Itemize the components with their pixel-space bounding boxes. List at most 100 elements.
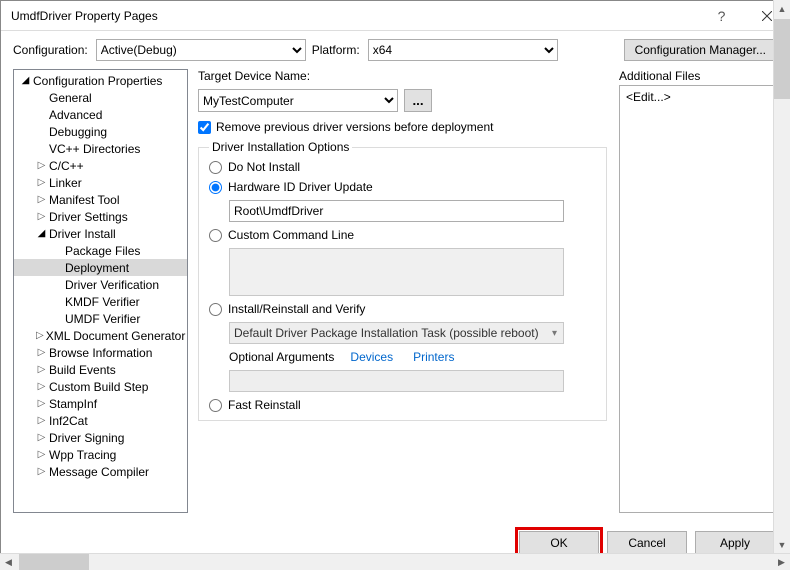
browse-target-button[interactable]: ... — [404, 89, 432, 112]
expander-icon[interactable]: ▷ — [36, 415, 47, 426]
tree-item[interactable]: General — [14, 89, 187, 106]
group-legend: Driver Installation Options — [209, 140, 352, 154]
tree-item[interactable]: ▷Driver Settings — [14, 208, 187, 225]
expander-icon[interactable]: ◢ — [36, 228, 47, 239]
remove-previous-checkbox[interactable]: Remove previous driver versions before d… — [198, 120, 607, 134]
tree-item-label: Driver Install — [49, 227, 116, 241]
tree-item-label: Configuration Properties — [33, 74, 162, 88]
install-task-select[interactable]: Default Driver Package Installation Task… — [229, 322, 564, 344]
target-device-select[interactable]: MyTestComputer — [198, 89, 398, 112]
tree-item[interactable]: ▷Driver Signing — [14, 429, 187, 446]
expander-icon[interactable]: ▷ — [36, 177, 47, 188]
tree-item[interactable]: ◢Configuration Properties — [14, 72, 187, 89]
tree-item-label: Driver Settings — [49, 210, 128, 224]
tree-item-label: Inf2Cat — [49, 414, 88, 428]
tree-item-label: StampInf — [49, 397, 97, 411]
tree-item[interactable]: Deployment — [14, 259, 187, 276]
expander-icon[interactable]: ▷ — [36, 381, 47, 392]
expander-icon[interactable]: ▷ — [36, 347, 47, 358]
expander-icon[interactable]: ▷ — [36, 160, 47, 171]
radio-custom-command-line[interactable]: Custom Command Line — [209, 228, 596, 242]
expander-icon[interactable]: ▷ — [36, 398, 47, 409]
tree-item-label: VC++ Directories — [49, 142, 140, 156]
tree-item-label: Deployment — [65, 261, 129, 275]
optional-args-label: Optional Arguments — [229, 350, 334, 364]
tree-item-label: Debugging — [49, 125, 107, 139]
tree-item[interactable]: UMDF Verifier — [14, 310, 187, 327]
tree-item-label: Message Compiler — [49, 465, 149, 479]
expander-icon[interactable]: ▷ — [36, 449, 47, 460]
tree-item[interactable]: ▷C/C++ — [14, 157, 187, 174]
expander-icon[interactable]: ▷ — [36, 432, 47, 443]
tree-item-label: XML Document Generator — [46, 329, 186, 343]
target-device-label: Target Device Name: — [198, 69, 607, 83]
tree-item-label: Custom Build Step — [49, 380, 148, 394]
close-icon — [762, 11, 772, 21]
hardware-id-input[interactable] — [229, 200, 564, 222]
remove-previous-input[interactable] — [198, 121, 211, 134]
tree-item-label: Linker — [49, 176, 82, 190]
cancel-button[interactable]: Cancel — [607, 531, 687, 555]
radio-install-verify[interactable]: Install/Reinstall and Verify — [209, 302, 596, 316]
platform-select[interactable]: x64 — [368, 39, 558, 61]
configuration-row: Configuration: Active(Debug) Platform: x… — [1, 31, 789, 69]
tree-item-label: Driver Verification — [65, 278, 159, 292]
additional-files-label: Additional Files — [619, 69, 777, 83]
tree-item[interactable]: ▷Build Events — [14, 361, 187, 378]
link-devices[interactable]: Devices — [350, 350, 393, 364]
expander-icon[interactable]: ◢ — [20, 75, 31, 86]
additional-files-box[interactable]: <Edit...> — [619, 85, 777, 513]
tree-item-label: Build Events — [49, 363, 116, 377]
tree-item[interactable]: Debugging — [14, 123, 187, 140]
tree-item[interactable]: ▷Wpp Tracing — [14, 446, 187, 463]
body: ◢Configuration PropertiesGeneralAdvanced… — [1, 69, 789, 521]
help-button[interactable]: ? — [699, 1, 744, 31]
configuration-select[interactable]: Active(Debug) — [96, 39, 306, 61]
scroll-thumb[interactable] — [774, 69, 789, 99]
tree-item[interactable]: VC++ Directories — [14, 140, 187, 157]
configuration-manager-button[interactable]: Configuration Manager... — [624, 39, 777, 61]
radio-hardware-id-update[interactable]: Hardware ID Driver Update — [209, 180, 596, 194]
window-title: UmdfDriver Property Pages — [11, 9, 699, 23]
tree-item[interactable]: ▷Browse Information — [14, 344, 187, 361]
tree-item-label: Manifest Tool — [49, 193, 119, 207]
tree-item[interactable]: Driver Verification — [14, 276, 187, 293]
tree-item-label: KMDF Verifier — [65, 295, 140, 309]
tree-item[interactable]: Package Files — [14, 242, 187, 259]
expander-icon[interactable]: ▷ — [36, 330, 44, 341]
link-printers[interactable]: Printers — [413, 350, 454, 364]
radio-fast-reinstall[interactable]: Fast Reinstall — [209, 398, 596, 412]
tree-item-label: C/C++ — [49, 159, 84, 173]
titlebar: UmdfDriver Property Pages ? — [1, 1, 789, 31]
deployment-panel: Target Device Name: MyTestComputer ... R… — [198, 69, 777, 513]
radio-do-not-install[interactable]: Do Not Install — [209, 160, 596, 174]
custom-command-input[interactable] — [229, 248, 564, 296]
tree-item-label: Wpp Tracing — [49, 448, 116, 462]
ok-button[interactable]: OK — [519, 531, 599, 555]
tree-item[interactable]: ▷StampInf — [14, 395, 187, 412]
tree-vertical-scrollbar[interactable]: ▲ ▼ — [773, 69, 789, 521]
expander-icon[interactable]: ▷ — [36, 194, 47, 205]
tree-item[interactable]: ▷Custom Build Step — [14, 378, 187, 395]
tree-item[interactable]: ◢Driver Install — [14, 225, 187, 242]
tree-item[interactable]: ▷Message Compiler — [14, 463, 187, 480]
tree-item[interactable]: ▷Inf2Cat — [14, 412, 187, 429]
tree-item[interactable]: ▷Linker — [14, 174, 187, 191]
property-tree[interactable]: ◢Configuration PropertiesGeneralAdvanced… — [13, 69, 188, 513]
tree-item[interactable]: Advanced — [14, 106, 187, 123]
configuration-label: Configuration: — [13, 43, 88, 57]
tree-item[interactable]: KMDF Verifier — [14, 293, 187, 310]
apply-button[interactable]: Apply — [695, 531, 775, 555]
tree-item-label: Driver Signing — [49, 431, 124, 445]
tree-item-label: UMDF Verifier — [65, 312, 140, 326]
property-pages-window: UmdfDriver Property Pages ? Configuratio… — [0, 0, 790, 570]
expander-icon[interactable]: ▷ — [36, 211, 47, 222]
tree-item[interactable]: ▷Manifest Tool — [14, 191, 187, 208]
optional-args-input[interactable] — [229, 370, 564, 392]
expander-icon[interactable]: ▷ — [36, 466, 47, 477]
tree-item-label: Browse Information — [49, 346, 152, 360]
tree-item[interactable]: ▷XML Document Generator — [14, 327, 187, 344]
tree-item-label: Package Files — [65, 244, 140, 258]
expander-icon[interactable]: ▷ — [36, 364, 47, 375]
driver-install-options-group: Driver Installation Options Do Not Insta… — [198, 140, 607, 421]
